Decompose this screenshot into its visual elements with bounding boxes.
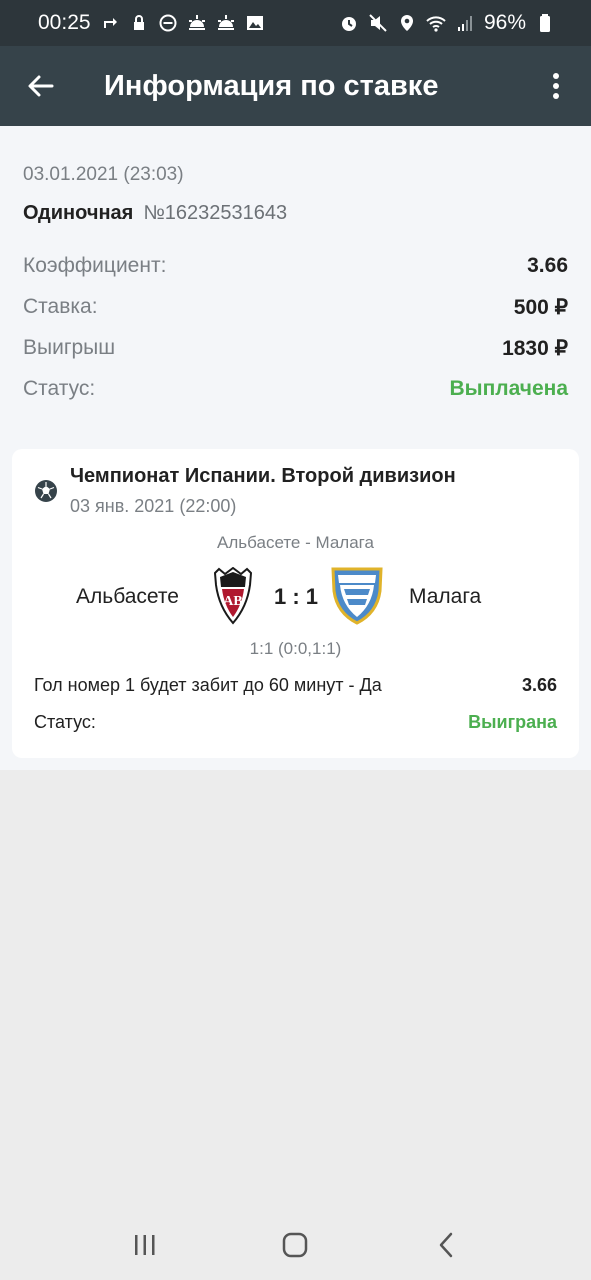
status-right: 96% — [339, 11, 555, 35]
event-status-label: Статус: — [34, 712, 96, 732]
event-status-value: Выиграна — [468, 712, 557, 732]
soccer-ball-icon — [35, 480, 57, 502]
bet-status-label: Статус: — [23, 377, 96, 400]
status-bar: 00:25 96% — [0, 0, 591, 46]
outcome-row: Гол номер 1 будет забит до 60 минут - Да… — [34, 675, 557, 696]
back-button[interactable] — [0, 46, 80, 126]
away-team-name: Малага — [409, 585, 482, 608]
bet-summary: 03.01.2021 (23:03) Одиночная №16232531643… — [0, 126, 591, 448]
bet-type: Одиночная — [23, 202, 134, 224]
app-bar: Информация по ставке — [0, 46, 591, 126]
winnings-value: 1830 ₽ — [502, 336, 568, 360]
recent-apps-button[interactable] — [115, 1215, 175, 1275]
battery-percent: 96% — [483, 11, 526, 34]
signal-icon — [455, 13, 475, 33]
status-left: 00:25 — [38, 11, 265, 35]
call-forward-icon — [100, 13, 120, 33]
stake-label: Ставка: — [23, 295, 98, 318]
home-icon — [283, 1232, 308, 1258]
battery-icon — [535, 13, 555, 33]
odds-row: Коэффициент: 3.66 — [23, 252, 568, 280]
weather-icon — [187, 13, 207, 33]
outcome-odds: 3.66 — [521, 675, 557, 695]
more-vertical-icon — [553, 73, 559, 99]
lock-icon — [129, 13, 149, 33]
bet-status-value: Выплачена — [449, 377, 568, 400]
status-time: 00:25 — [38, 11, 91, 34]
home-team-name: Альбасете — [76, 585, 179, 608]
home-button[interactable] — [265, 1215, 325, 1275]
bet-date: 03.01.2021 (23:03) — [23, 164, 184, 185]
odds-label: Коэффициент: — [23, 254, 167, 277]
bet-number: №16232531643 — [143, 202, 288, 224]
malaga-crest-icon — [331, 567, 383, 625]
weather-icon-2 — [216, 13, 236, 33]
stake-row: Ставка: 500 ₽ — [23, 293, 568, 321]
page-title: Информация по ставке — [104, 69, 439, 102]
event-card[interactable]: Чемпионат Испании. Второй дивизион 03 ян… — [12, 449, 579, 758]
event-date: 03 янв. 2021 (22:00) — [70, 496, 237, 516]
alarm-icon — [339, 13, 359, 33]
wifi-icon — [426, 13, 446, 33]
albacete-crest-icon: AB — [213, 567, 253, 625]
outcome-text: Гол номер 1 будет забит до 60 минут - Да — [34, 675, 382, 695]
winnings-row: Выигрыш 1830 ₽ — [23, 334, 568, 362]
chevron-left-icon — [439, 1232, 453, 1258]
image-icon — [245, 13, 265, 33]
recent-apps-icon — [135, 1235, 155, 1255]
bet-status-row: Статус: Выплачена — [23, 375, 568, 403]
mute-icon — [368, 13, 388, 33]
do-not-disturb-icon — [158, 13, 178, 33]
match-name: Альбасете - Малага — [217, 533, 374, 552]
score-detail: 1:1 (0:0,1:1) — [249, 639, 342, 658]
league-name: Чемпионат Испании. Второй дивизион — [70, 465, 456, 487]
svg-text:AB: AB — [223, 594, 242, 609]
stake-value: 500 ₽ — [513, 295, 568, 319]
score: 1 : 1 — [274, 584, 319, 609]
event-status-row: Статус: Выиграна — [34, 712, 557, 733]
odds-value: 3.66 — [527, 254, 568, 277]
winnings-label: Выигрыш — [23, 336, 116, 359]
system-nav-bar — [0, 1210, 591, 1280]
location-icon — [397, 13, 417, 33]
back-nav-button[interactable] — [416, 1215, 476, 1275]
bet-type-row: Одиночная №16232531643 — [23, 202, 287, 225]
more-options-button[interactable] — [521, 46, 591, 126]
arrow-left-icon — [28, 75, 54, 97]
